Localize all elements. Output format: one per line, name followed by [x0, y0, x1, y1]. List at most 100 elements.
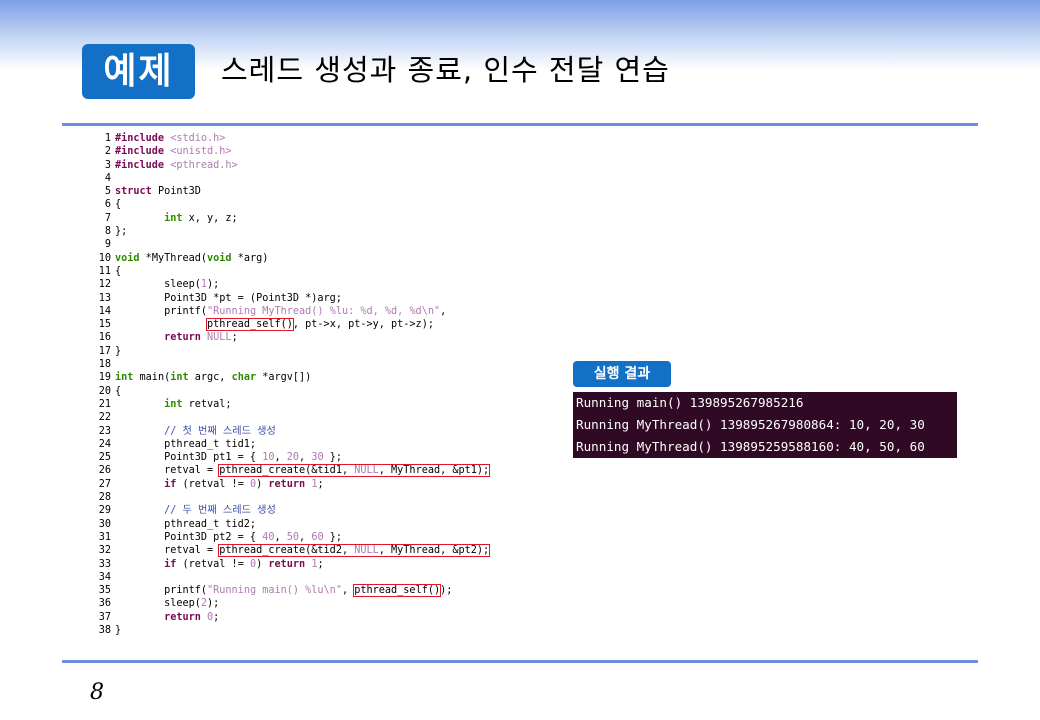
code-line: 17}	[92, 345, 532, 358]
code-line: 32 retval = pthread_create(&tid2, NULL, …	[92, 544, 532, 558]
line-number: 6	[104, 199, 111, 211]
code-line: 28	[92, 491, 532, 504]
code-line: 16 return NULL;	[92, 331, 532, 344]
code-text: printf("Running main() %lu\n", pthread_s…	[115, 584, 453, 598]
line-number: 18	[98, 359, 111, 371]
code-text: pthread_self(), pt->x, pt->y, pt->z);	[206, 318, 434, 332]
code-text: };	[115, 226, 128, 238]
line-number: 2	[104, 146, 111, 158]
code-line: 18	[92, 358, 532, 371]
code-text: {	[115, 199, 122, 211]
code-text: }	[115, 624, 122, 636]
code-line: 23 // 첫 번째 스레드 생성	[92, 425, 532, 438]
line-number: 24	[98, 438, 111, 450]
line-number: 28	[98, 492, 111, 504]
code-line: 33 if (retval != 0) return 1;	[92, 558, 532, 571]
line-number: 38	[98, 624, 111, 636]
code-line: 38}	[92, 624, 532, 637]
code-text: pthread_t tid1;	[115, 438, 257, 450]
line-number: 15	[98, 319, 111, 331]
code-line: 15 pthread_self(), pt->x, pt->y, pt->z);	[92, 318, 532, 332]
line-number: 22	[98, 412, 111, 424]
code-text: #include <stdio.h>	[115, 133, 226, 144]
code-text: // 첫 번째 스레드 생성	[164, 425, 276, 437]
line-number: 16	[98, 332, 111, 344]
code-line: 3 #include <pthread.h>	[92, 159, 532, 172]
line-number: 14	[98, 305, 111, 317]
line-number: 25	[98, 452, 111, 464]
code-text: retval = pthread_create(&tid2, NULL, MyT…	[115, 544, 491, 558]
line-number: 1	[104, 133, 111, 144]
code-line: 9	[92, 238, 532, 251]
code-line: 14 printf("Running MyThread() %lu: %d, %…	[92, 305, 532, 318]
code-text: sleep(2);	[115, 598, 220, 610]
line-number: 37	[98, 611, 111, 623]
line-number: 21	[98, 398, 111, 410]
code-text: if (retval != 0) return 1;	[164, 558, 324, 570]
code-text: int x, y, z;	[164, 212, 238, 224]
code-text: }	[115, 345, 122, 357]
line-number: 5	[104, 186, 111, 198]
line-number: 9	[104, 239, 111, 251]
code-line: 1 #include <stdio.h>	[92, 132, 532, 145]
code-text: {	[115, 385, 122, 397]
code-text: return 0;	[164, 611, 220, 623]
line-number: 8	[104, 226, 111, 238]
code-text: void *MyThread(void *arg)	[115, 252, 269, 264]
code-text: Point3D *pt = (Point3D *)arg;	[115, 292, 342, 304]
code-text: if (retval != 0) return 1;	[164, 478, 324, 490]
line-number: 36	[98, 598, 111, 610]
code-line: 11 {	[92, 265, 532, 278]
bottom-divider	[62, 660, 978, 663]
code-line: 5 struct Point3D	[92, 185, 532, 198]
line-number: 30	[98, 518, 111, 530]
code-text: #include <unistd.h>	[115, 146, 232, 158]
line-number: 23	[98, 425, 111, 437]
line-number: 12	[98, 279, 111, 291]
code-line: 37 return 0;	[92, 611, 532, 624]
code-line: 24 pthread_t tid1;	[92, 438, 532, 451]
line-number: 20	[98, 385, 111, 397]
code-text: return NULL;	[164, 332, 238, 344]
line-number: 19	[98, 372, 111, 384]
page-number: 8	[90, 680, 104, 705]
line-number: 7	[104, 212, 111, 224]
code-line: 29 // 두 번째 스레드 생성	[92, 504, 532, 517]
code-line: 31 Point3D pt2 = { 40, 50, 60 };	[92, 531, 532, 544]
code-line: 27 if (retval != 0) return 1;	[92, 478, 532, 491]
line-number: 4	[104, 172, 111, 184]
code-line: 36 sleep(2);	[92, 597, 532, 610]
terminal-line: Running MyThread() 139895259588160: 40, …	[576, 439, 925, 454]
line-number: 34	[98, 571, 111, 583]
code-text: int main(int argc, char *argv[])	[115, 372, 312, 384]
code-line: 22	[92, 411, 532, 424]
code-listing: 1 #include <stdio.h> 2 #include <unistd.h> 3…	[92, 132, 532, 637]
line-number: 35	[98, 585, 111, 597]
code-text: printf("Running MyThread() %lu: %d, %d, …	[115, 305, 447, 317]
slide-title: 스레드 생성과 종료, 인수 전달 연습	[221, 53, 670, 87]
example-badge: 예제	[82, 44, 195, 99]
line-number: 26	[98, 465, 111, 477]
code-line: 19 int main(int argc, char *argv[])	[92, 371, 532, 384]
code-line: 26 retval = pthread_create(&tid1, NULL, …	[92, 464, 532, 478]
code-text: #include <pthread.h>	[115, 159, 238, 171]
code-text: struct Point3D	[115, 186, 201, 198]
code-line: 2 #include <unistd.h>	[92, 145, 532, 158]
code-line: 35 printf("Running main() %lu\n", pthrea…	[92, 584, 532, 598]
code-line: 13 Point3D *pt = (Point3D *)arg;	[92, 292, 532, 305]
code-text: int retval;	[164, 398, 232, 410]
top-divider	[62, 123, 978, 126]
code-text: Point3D pt2 = { 40, 50, 60 };	[115, 531, 343, 543]
line-number: 10	[98, 252, 111, 264]
code-line: 7 int x, y, z;	[92, 212, 532, 225]
code-line: 25 Point3D pt1 = { 10, 20, 30 };	[92, 451, 532, 464]
line-number: 33	[98, 558, 111, 570]
line-number: 31	[98, 531, 111, 543]
code-line: 8};	[92, 225, 532, 238]
line-number: 29	[98, 505, 111, 517]
line-number: 32	[98, 545, 111, 557]
line-number: 11	[98, 265, 111, 277]
code-text: {	[115, 265, 122, 277]
result-label: 실행 결과	[573, 361, 671, 387]
code-line: 20 {	[92, 385, 532, 398]
